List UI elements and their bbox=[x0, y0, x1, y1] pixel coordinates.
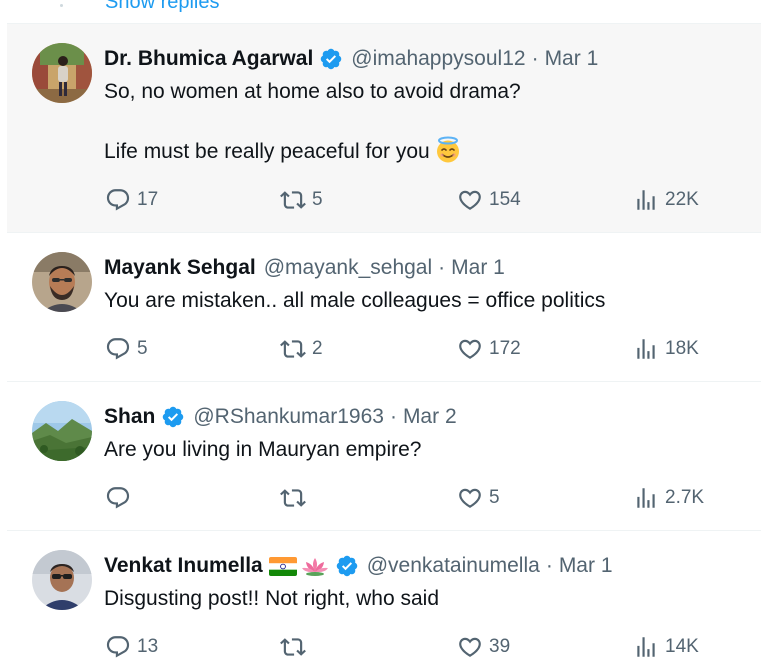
tweet-text-line: So, no women at home also to avoid drama… bbox=[104, 80, 521, 103]
tweet-date[interactable]: Mar 1 bbox=[451, 256, 505, 280]
tweet-text-line: Life must be really peaceful for you bbox=[104, 136, 462, 168]
views-button[interactable]: 14K bbox=[633, 633, 699, 661]
retweet-button[interactable] bbox=[280, 633, 312, 661]
avatar[interactable] bbox=[32, 252, 92, 312]
retweet-icon bbox=[280, 336, 306, 362]
separator-dot: · bbox=[438, 256, 446, 279]
tweet-date[interactable]: Mar 1 bbox=[545, 47, 599, 71]
user-handle[interactable]: @RShankumar1963 bbox=[193, 405, 384, 429]
heart-icon bbox=[457, 187, 483, 213]
views-button[interactable]: 2.7K bbox=[633, 484, 704, 512]
thread-line-dot bbox=[60, 4, 63, 7]
reply-tweet[interactable]: Mayank Sehgal @mayank_sehgal · Mar 1 You… bbox=[7, 233, 761, 382]
view-count: 22K bbox=[665, 189, 699, 210]
like-count: 172 bbox=[489, 338, 521, 359]
smiling-face-with-halo-icon bbox=[434, 136, 462, 164]
retweet-button[interactable]: 2 bbox=[280, 335, 323, 363]
tweet-text: Life must be really peaceful for you bbox=[104, 140, 430, 163]
heart-icon bbox=[457, 336, 483, 362]
views-bar-chart-icon bbox=[633, 336, 659, 362]
verified-badge-icon[interactable] bbox=[335, 554, 359, 578]
reply-tweet[interactable]: Shan @RShankumar1963 · Mar 2 Are you liv… bbox=[7, 382, 761, 531]
tweet-header: Dr. Bhumica Agarwal @imahappysoul12 · Ma… bbox=[104, 45, 598, 73]
views-bar-chart-icon bbox=[633, 187, 659, 213]
tweet-header: Shan @RShankumar1963 · Mar 2 bbox=[104, 403, 457, 431]
like-button[interactable]: 172 bbox=[457, 335, 521, 363]
india-flag-icon bbox=[268, 556, 297, 576]
views-bar-chart-icon bbox=[633, 485, 659, 511]
avatar[interactable] bbox=[32, 550, 92, 610]
like-button[interactable]: 5 bbox=[457, 484, 500, 512]
reply-button[interactable]: 5 bbox=[105, 335, 148, 363]
lotus-icon bbox=[301, 555, 329, 577]
tweet-header: Venkat Inumella @venkatainumella · Mar 1 bbox=[104, 552, 613, 580]
avatar[interactable] bbox=[32, 401, 92, 461]
display-name[interactable]: Mayank Sehgal bbox=[104, 256, 256, 280]
tweet-date[interactable]: Mar 2 bbox=[403, 405, 457, 429]
display-name[interactable]: Venkat Inumella bbox=[104, 554, 263, 578]
views-button[interactable]: 18K bbox=[633, 335, 699, 363]
tweet-text-line: Disgusting post!! Not right, who said bbox=[104, 587, 439, 610]
separator-dot: · bbox=[531, 47, 539, 70]
reply-count: 13 bbox=[137, 636, 159, 657]
retweet-icon bbox=[280, 634, 306, 660]
like-button[interactable]: 154 bbox=[457, 186, 521, 214]
reply-tweet[interactable]: Dr. Bhumica Agarwal @imahappysoul12 · Ma… bbox=[7, 24, 761, 233]
verified-badge-icon[interactable] bbox=[319, 47, 343, 71]
reply-bubble-icon bbox=[105, 187, 131, 213]
retweet-icon bbox=[280, 187, 306, 213]
heart-icon bbox=[457, 485, 483, 511]
separator-dot: · bbox=[389, 405, 397, 428]
display-name[interactable]: Dr. Bhumica Agarwal bbox=[104, 47, 313, 71]
tweet-text-line: You are mistaken.. all male colleagues =… bbox=[104, 289, 606, 312]
heart-icon bbox=[457, 634, 483, 660]
avatar[interactable] bbox=[32, 43, 92, 103]
reply-button[interactable] bbox=[105, 484, 137, 512]
user-handle[interactable]: @imahappysoul12 bbox=[351, 47, 525, 71]
retweet-button[interactable] bbox=[280, 484, 312, 512]
view-count: 18K bbox=[665, 338, 699, 359]
reply-bubble-icon bbox=[105, 634, 131, 660]
retweet-button[interactable]: 5 bbox=[280, 186, 323, 214]
reply-thread: Show replies Dr. Bhumica Agarwal @imahap… bbox=[7, 0, 761, 671]
reply-bubble-icon bbox=[105, 336, 131, 362]
reply-count: 5 bbox=[137, 338, 148, 359]
display-name[interactable]: Shan bbox=[104, 405, 155, 429]
reply-bubble-icon bbox=[105, 485, 131, 511]
show-replies-row: Show replies bbox=[7, 0, 761, 24]
like-count: 5 bbox=[489, 487, 500, 508]
like-button[interactable]: 39 bbox=[457, 633, 510, 661]
tweet-header: Mayank Sehgal @mayank_sehgal · Mar 1 bbox=[104, 254, 505, 282]
views-bar-chart-icon bbox=[633, 634, 659, 660]
like-count: 39 bbox=[489, 636, 511, 657]
reply-button[interactable]: 13 bbox=[105, 633, 158, 661]
retweet-icon bbox=[280, 485, 306, 511]
retweet-count: 2 bbox=[312, 338, 323, 359]
tweet-text-line: Are you living in Mauryan empire? bbox=[104, 438, 422, 461]
separator-dot: · bbox=[545, 554, 553, 577]
reply-button[interactable]: 17 bbox=[105, 186, 158, 214]
reply-count: 17 bbox=[137, 189, 159, 210]
user-handle[interactable]: @venkatainumella bbox=[367, 554, 540, 578]
views-button[interactable]: 22K bbox=[633, 186, 699, 214]
retweet-count: 5 bbox=[312, 189, 323, 210]
view-count: 2.7K bbox=[665, 487, 705, 508]
tweet-date[interactable]: Mar 1 bbox=[559, 554, 613, 578]
reply-tweet[interactable]: Venkat Inumella @venkatainumella · Mar 1… bbox=[7, 531, 761, 671]
like-count: 154 bbox=[489, 189, 521, 210]
user-handle[interactable]: @mayank_sehgal bbox=[264, 256, 432, 280]
show-replies-link[interactable]: Show replies bbox=[105, 0, 220, 14]
view-count: 14K bbox=[665, 636, 699, 657]
verified-badge-icon[interactable] bbox=[161, 405, 185, 429]
